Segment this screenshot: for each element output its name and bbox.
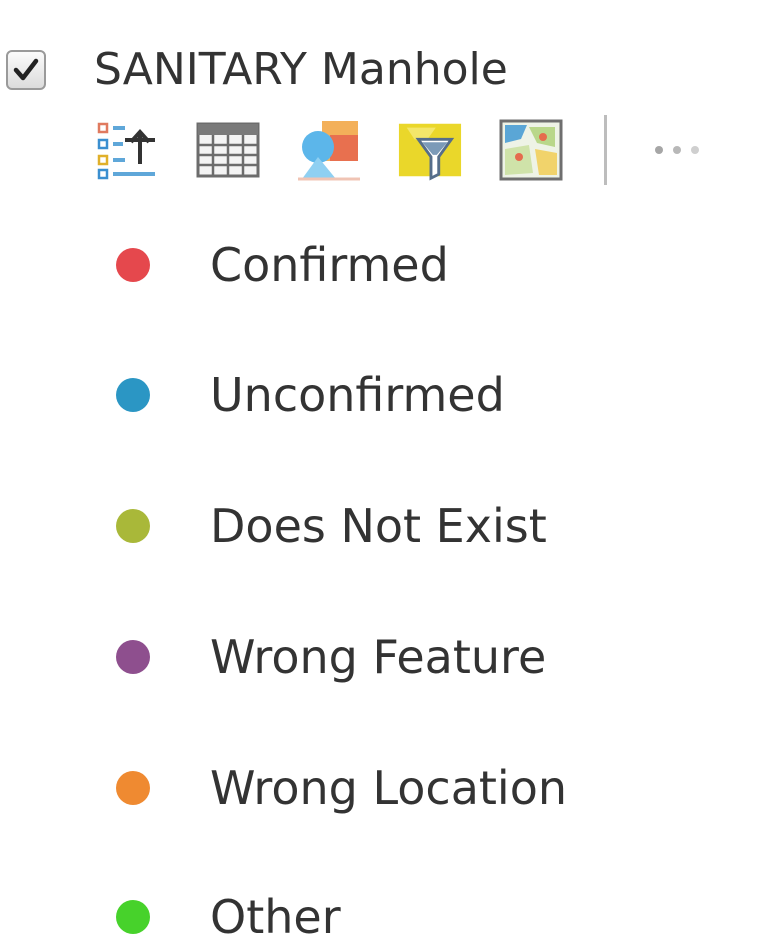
legend-label: Other: [210, 890, 341, 944]
legend-label: Confirmed: [210, 238, 449, 292]
attribute-table-icon[interactable]: [195, 117, 261, 183]
layer-image-icon[interactable]: [498, 117, 564, 183]
legend-label: Unconfirmed: [210, 368, 505, 422]
legend-item-unconfirmed: Unconfirmed: [116, 365, 505, 425]
legend-swatch: [116, 640, 150, 674]
legend-item-wrong-feature: Wrong Feature: [116, 627, 546, 687]
legend-swatch: [116, 771, 150, 805]
legend-item-does-not-exist: Does Not Exist: [116, 496, 547, 556]
legend-swatch: [116, 248, 150, 282]
layer-header: SANITARY Manhole: [6, 44, 508, 96]
legend-label: Wrong Location: [210, 761, 567, 815]
legend-label: Wrong Feature: [210, 630, 547, 684]
checkmark-icon: [13, 58, 39, 81]
change-style-icon[interactable]: [296, 117, 362, 183]
legend-item-other: Other: [116, 887, 341, 947]
legend-swatch: [116, 378, 150, 412]
legend-swatch: [116, 900, 150, 934]
legend-item-wrong-location: Wrong Location: [116, 758, 567, 818]
legend-label: Does Not Exist: [210, 499, 547, 553]
legend-list-icon[interactable]: [94, 117, 160, 183]
legend-item-confirmed: Confirmed: [116, 235, 449, 295]
layer-title[interactable]: SANITARY Manhole: [94, 44, 508, 96]
layer-visibility-checkbox[interactable]: [6, 50, 46, 90]
toolbar-separator: [604, 115, 607, 185]
more-options-icon[interactable]: [649, 130, 709, 170]
legend-swatch: [116, 509, 150, 543]
filter-icon[interactable]: [397, 117, 463, 183]
layer-toolbar: [94, 114, 709, 186]
